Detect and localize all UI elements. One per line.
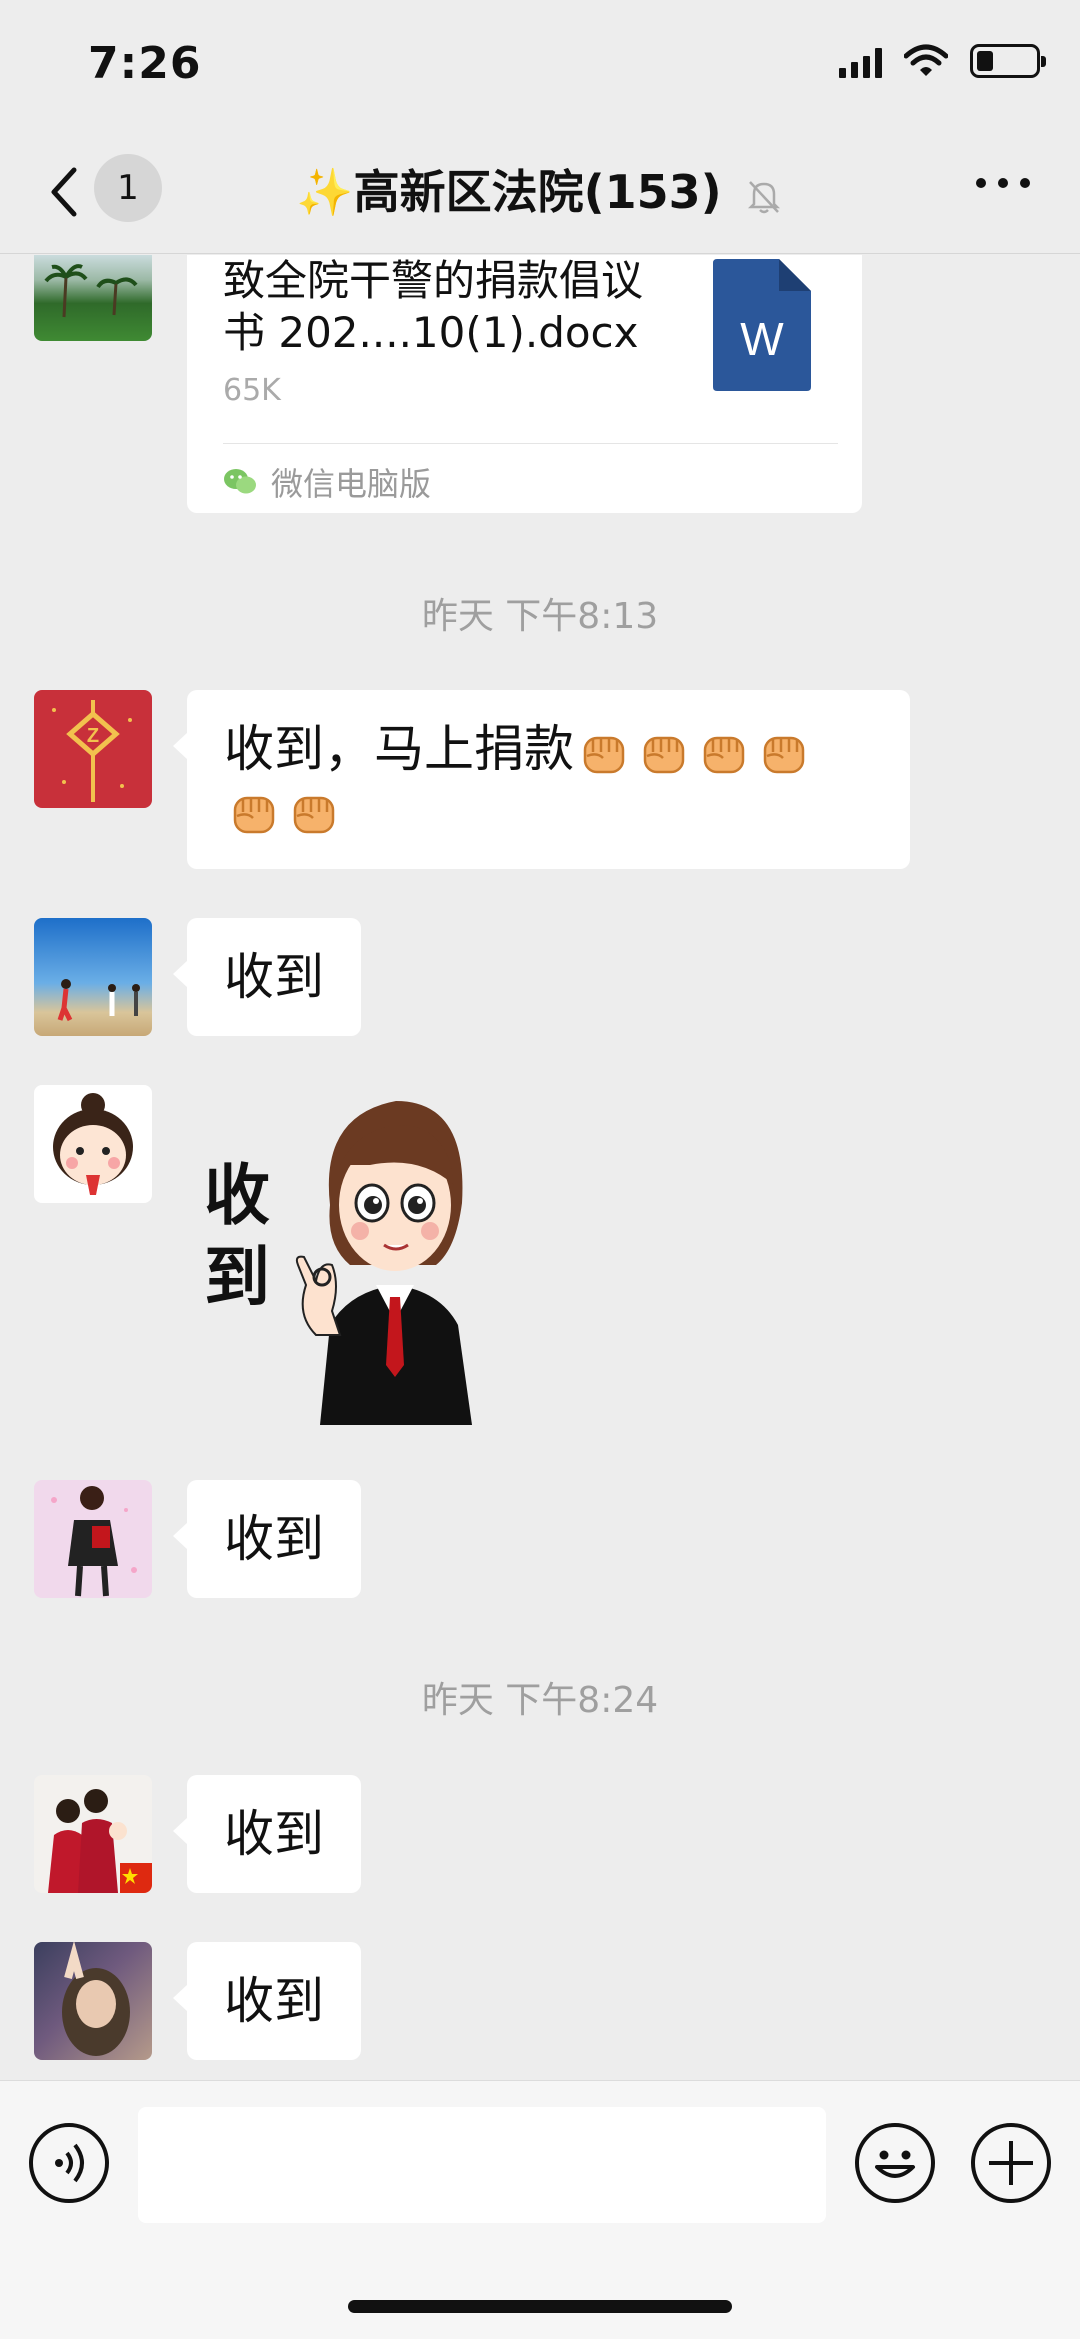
message-bubble[interactable]: 收到 xyxy=(173,1775,361,1893)
file-size: 65K xyxy=(223,373,281,408)
smiley-icon xyxy=(875,2150,915,2178)
status-icons xyxy=(839,44,1046,78)
avatar[interactable] xyxy=(34,1942,152,2060)
message-input[interactable] xyxy=(138,2107,826,2223)
voice-icon xyxy=(55,2143,84,2183)
file-source-label: 微信电脑版 xyxy=(271,465,432,503)
fist-emoji-icon xyxy=(577,726,631,780)
file-name: 致全院干警的捐款倡议书 202....10(1).docx xyxy=(223,256,644,357)
anime-girl-avatar-icon xyxy=(51,1486,137,1597)
emoji-button[interactable] xyxy=(855,2123,935,2203)
battery-icon xyxy=(970,44,1046,78)
word-letter: W xyxy=(740,313,784,365)
fist-emoji-icon xyxy=(287,786,341,840)
fist-emoji-icon xyxy=(227,786,281,840)
wifi-icon xyxy=(904,44,948,76)
avatar[interactable]: Z xyxy=(34,690,152,808)
message-bubble[interactable]: 收到 xyxy=(173,918,361,1036)
avatar[interactable] xyxy=(34,918,152,1036)
message-text: 收到 xyxy=(224,1972,324,2030)
more-options-button[interactable] xyxy=(976,178,1030,188)
status-time: 7:26 xyxy=(88,38,202,89)
avatar[interactable] xyxy=(34,1775,152,1893)
family-photo-icon xyxy=(48,1789,152,1893)
timestamp: 昨天 下午8:13 xyxy=(421,596,659,637)
fist-emoji-icon xyxy=(757,726,811,780)
svg-text:Z: Z xyxy=(87,725,99,747)
chinese-knot-icon: Z xyxy=(52,700,132,802)
fist-emoji-icon xyxy=(637,726,691,780)
home-indicator[interactable] xyxy=(348,2300,732,2313)
sticker-image[interactable]: 收到 xyxy=(200,1085,520,1425)
chat-title-text: ✨高新区法院(153) xyxy=(296,165,722,219)
message-text: 收到 xyxy=(224,948,324,1006)
muted-bell-icon xyxy=(747,180,780,213)
cartoon-girl-avatar-icon xyxy=(53,1093,133,1195)
word-document-icon: W xyxy=(713,259,811,391)
palm-tree-icon xyxy=(44,264,138,318)
message-text: 收到 xyxy=(224,1510,324,1568)
cellular-signal-icon xyxy=(839,44,882,78)
avatar[interactable] xyxy=(34,1480,152,1598)
plus-icon xyxy=(989,2141,1033,2185)
status-bar: 7:26 xyxy=(0,0,1080,130)
more-functions-button[interactable] xyxy=(971,2123,1051,2203)
message-bubble[interactable]: 收到 xyxy=(173,1942,361,2060)
selfie-photo-icon xyxy=(62,1942,130,2056)
avatar[interactable] xyxy=(34,1085,152,1203)
file-source: 微信电脑版 xyxy=(223,459,431,505)
cartoon-lawyer-sticker-icon xyxy=(295,1101,472,1425)
chat-message-list[interactable]: 致全院干警的捐款倡议书 202....10(1).docx 65K W 微信电脑… xyxy=(0,255,1080,2080)
voice-input-button[interactable] xyxy=(29,2123,109,2203)
message-text: 收到 xyxy=(224,1805,324,1863)
avatar[interactable] xyxy=(34,255,152,341)
timestamp: 昨天 下午8:24 xyxy=(421,1680,659,1721)
beach-photo-icon xyxy=(57,979,140,1022)
fist-emoji-icon xyxy=(697,726,751,780)
chat-title: ✨高新区法院(153) xyxy=(0,156,1080,222)
message-bubble[interactable]: 收到，马上捐款 xyxy=(173,690,910,869)
divider xyxy=(223,443,838,444)
chat-header: 1 ✨高新区法院(153) xyxy=(0,130,1080,254)
message-text: 收到，马上捐款 xyxy=(224,720,574,778)
wechat-icon xyxy=(224,469,256,494)
message-bubble[interactable]: 收到 xyxy=(173,1480,361,1598)
file-message-card[interactable]: 致全院干警的捐款倡议书 202....10(1).docx 65K W 微信电脑… xyxy=(187,255,862,513)
